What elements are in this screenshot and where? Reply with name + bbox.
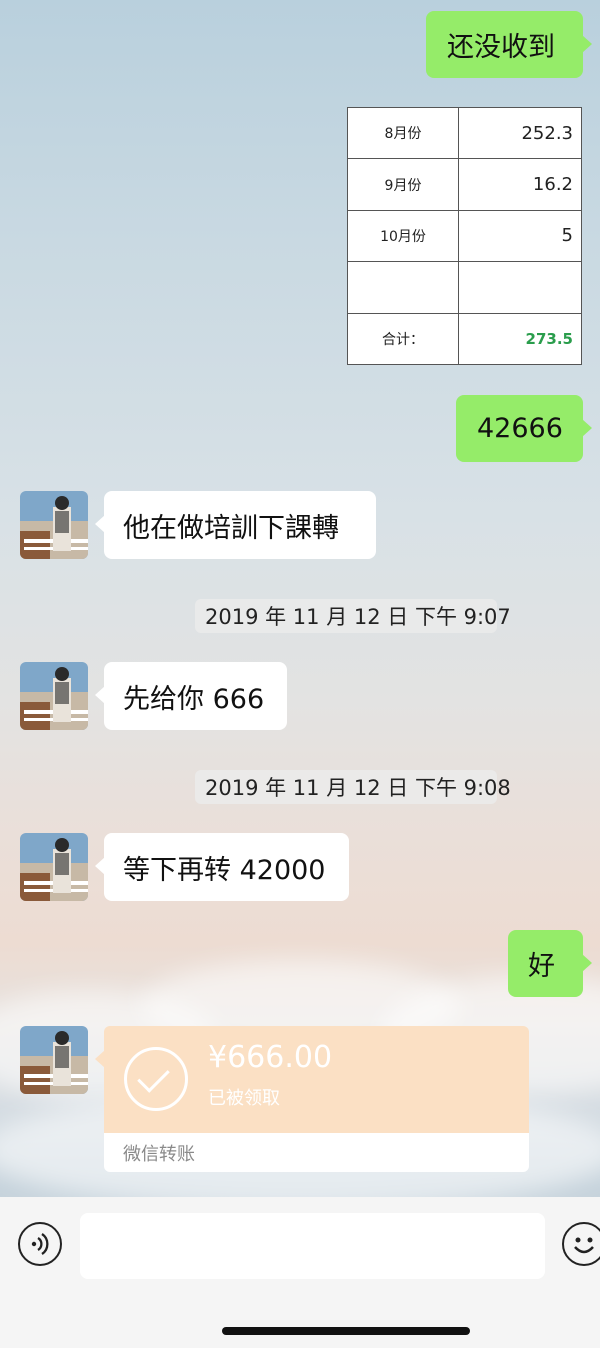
table-cell-value: 5	[458, 209, 582, 263]
voice-icon[interactable]	[18, 1222, 62, 1266]
emoji-icon[interactable]	[562, 1222, 600, 1266]
check-icon	[124, 1047, 188, 1111]
table-total-value: 273.5	[458, 312, 582, 365]
table-cell-month: 10月份	[347, 209, 459, 263]
message-text: 他在做培訓下課轉	[123, 512, 339, 544]
sent-message-bubble[interactable]: 42666	[456, 395, 592, 462]
contact-avatar[interactable]	[20, 1026, 88, 1094]
contact-avatar[interactable]	[20, 662, 88, 730]
contact-avatar[interactable]	[20, 833, 88, 901]
table-cell-value	[458, 261, 582, 314]
transfer-amount: ¥666.00	[208, 1040, 333, 1075]
transfer-card-body: ¥666.00 已被领取	[104, 1026, 529, 1133]
table-row: 9月份 16.2	[347, 158, 582, 211]
message-text: 好	[528, 951, 555, 982]
table-cell-month: 9月份	[347, 158, 459, 211]
received-message-bubble[interactable]: 等下再转 42000	[95, 833, 349, 901]
message-text: 42666	[477, 413, 563, 444]
table-row	[347, 261, 582, 314]
table-cell-month	[347, 261, 459, 314]
transfer-card[interactable]: ¥666.00 已被领取 微信转账	[95, 1026, 529, 1172]
home-indicator	[222, 1327, 470, 1335]
timestamp-label: 2019 年 11 月 12 日 下午 9:08	[195, 770, 511, 804]
table-cell-month: 8月份	[347, 107, 459, 160]
transfer-status: 已被领取	[208, 1088, 280, 1109]
table-row: 8月份 252.3	[347, 107, 582, 160]
timestamp-text: 2019 年 11 月 12 日 下午 9:08	[205, 776, 511, 800]
timestamp-text: 2019 年 11 月 12 日 下午 9:07	[205, 605, 511, 629]
message-text: 先给你 666	[123, 683, 265, 715]
monthly-table: 8月份 252.3 9月份 16.2 10月份 5 合计： 273.5	[347, 107, 582, 365]
table-image-message[interactable]: 8月份 252.3 9月份 16.2 10月份 5 合计： 273.5	[347, 107, 582, 365]
table-cell-value: 252.3	[458, 107, 582, 160]
received-message-bubble[interactable]: 他在做培訓下課轉	[95, 491, 376, 559]
transfer-footer-label: 微信转账	[123, 1143, 195, 1165]
timestamp-label: 2019 年 11 月 12 日 下午 9:07	[195, 599, 511, 633]
table-row: 10月份 5	[347, 209, 582, 263]
sent-message-bubble[interactable]: 好	[508, 930, 592, 997]
sent-message-bubble[interactable]: 还没收到	[426, 11, 592, 78]
contact-avatar[interactable]	[20, 491, 88, 559]
table-total-label: 合计：	[347, 312, 459, 365]
message-input[interactable]	[80, 1213, 545, 1279]
received-message-bubble[interactable]: 先给你 666	[95, 662, 287, 730]
table-cell-value: 16.2	[458, 158, 582, 211]
table-total-row: 合计： 273.5	[347, 312, 582, 365]
input-bar	[0, 1197, 600, 1348]
message-text: 还没收到	[447, 32, 555, 63]
message-text: 等下再转 42000	[123, 854, 326, 886]
transfer-card-footer: 微信转账	[104, 1133, 529, 1172]
chat-screen: 还没收到 8月份 252.3 9月份 16.2 10月份 5 合计： 273.5	[0, 0, 600, 1348]
